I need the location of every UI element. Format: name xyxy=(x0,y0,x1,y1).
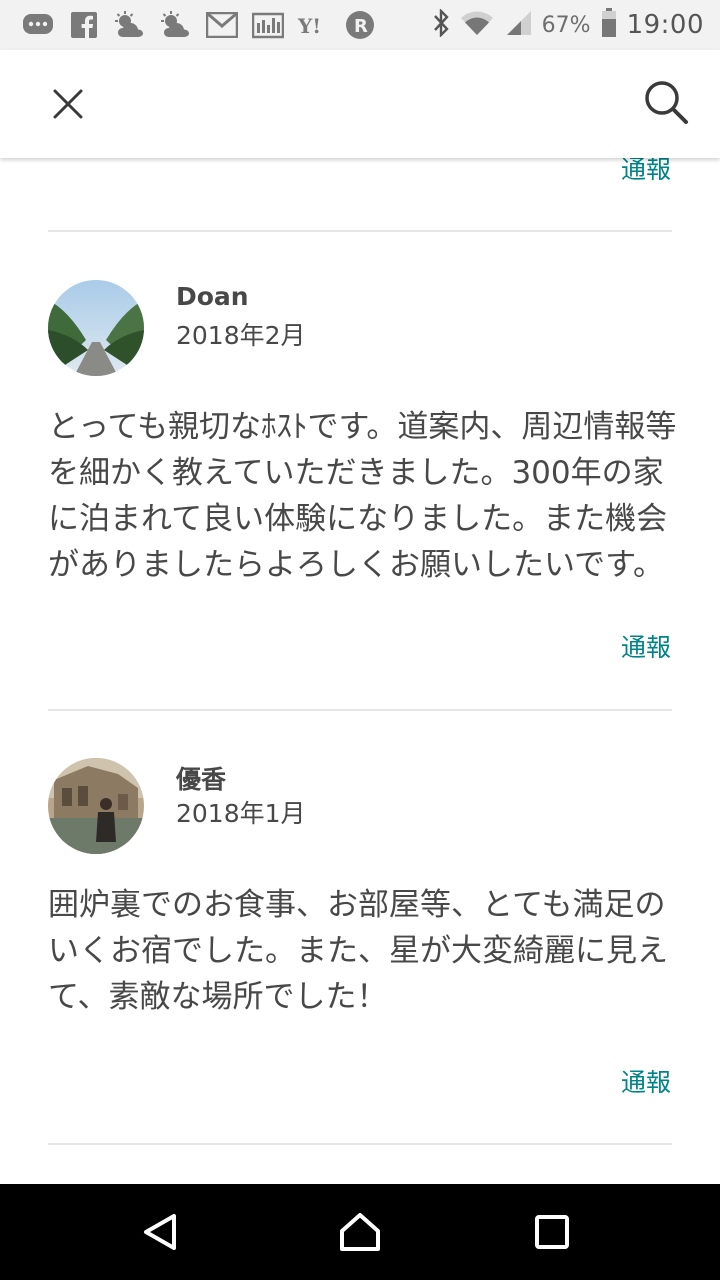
report-link[interactable]: 通報 xyxy=(621,158,671,186)
avatar[interactable] xyxy=(48,280,144,376)
reviews-list[interactable]: 通報 Doan 2018年2月 とっても親切なﾎｽﾄです。道案内、周辺情報等 を… xyxy=(0,158,720,1184)
notification-icons: Y! R xyxy=(20,7,378,43)
battery-percent: 67% xyxy=(541,12,591,38)
system-status: 67% 19:00 xyxy=(432,7,704,43)
navigation-bar xyxy=(0,1184,720,1280)
close-button[interactable] xyxy=(38,74,98,134)
wifi-icon xyxy=(460,9,494,41)
bluetooth-icon xyxy=(432,8,450,41)
battery-icon xyxy=(601,8,617,42)
home-button[interactable] xyxy=(336,1208,384,1256)
svg-text:Y!: Y! xyxy=(297,14,321,37)
review-text: 囲炉裏でのお食事、お部屋等、とても満足の いくお宿でした。また、星が大変綺麗に見… xyxy=(48,887,668,1015)
review-item: Doan 2018年2月 とっても親切なﾎｽﾄです。道案内、周辺情報等 を細かく… xyxy=(48,280,676,660)
review-text: とっても親切なﾎｽﾄです。道案内、周辺情報等 を細かく教えていただきました。30… xyxy=(48,409,677,583)
search-icon xyxy=(645,81,688,124)
divider xyxy=(48,1143,672,1145)
status-bar: Y! R 67% 19:00 xyxy=(0,0,720,50)
back-icon xyxy=(144,1214,176,1250)
recents-button[interactable] xyxy=(528,1208,576,1256)
review-item: 優香 2018年1月 囲炉裏でのお食事、お部屋等、とても満足の いくお宿でした。… xyxy=(48,758,672,1088)
avatar[interactable] xyxy=(48,758,144,854)
back-button[interactable] xyxy=(136,1208,184,1256)
home-icon xyxy=(340,1213,380,1251)
reviewer-name: Doan xyxy=(176,282,249,311)
review-date: 2018年1月 xyxy=(176,799,306,828)
news-icon xyxy=(250,9,286,41)
search-button[interactable] xyxy=(636,72,696,132)
gmail-icon xyxy=(204,9,240,41)
app-bar xyxy=(0,50,720,158)
report-link[interactable]: 通報 xyxy=(621,628,671,664)
report-link[interactable]: 通報 xyxy=(621,1063,671,1099)
divider xyxy=(48,230,672,232)
rakuten-icon: R xyxy=(342,9,378,41)
chat-icon xyxy=(20,9,56,41)
facebook-icon xyxy=(66,9,102,41)
recents-icon xyxy=(535,1215,569,1249)
svg-text:R: R xyxy=(354,16,368,37)
yahoo-icon: Y! xyxy=(296,9,332,41)
weather-icon xyxy=(112,9,148,41)
clock: 19:00 xyxy=(626,10,704,40)
weather-icon xyxy=(158,9,194,41)
close-icon xyxy=(53,89,83,119)
reviewer-name: 優香 xyxy=(176,765,227,794)
signal-icon xyxy=(504,9,532,41)
review-date: 2018年2月 xyxy=(176,321,306,350)
divider xyxy=(48,709,672,711)
